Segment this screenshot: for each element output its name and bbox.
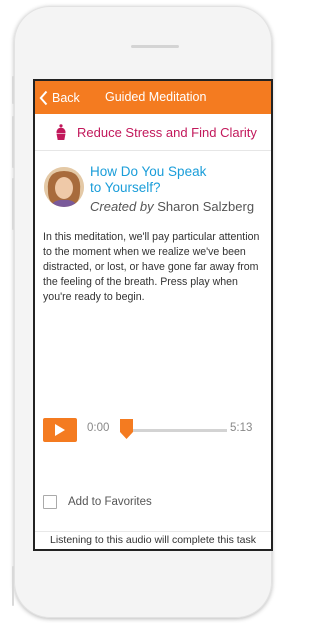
cupcake-icon [56,123,66,140]
meditation-description: In this meditation, we'll pay particular… [43,231,260,303]
phone-side-button [12,566,14,606]
created-by: Created by Sharon Salzberg [90,199,254,214]
course-title: Reduce Stress and Find Clarity [77,124,257,140]
seek-track[interactable] [125,429,227,432]
back-label: Back [52,90,80,105]
author-name: Sharon Salzberg [157,199,255,214]
total-time: 5:13 [230,422,253,434]
audio-player: 0:00 5:13 [43,416,263,444]
meditation-header: How Do You Speak to Yourself? Created by… [35,151,271,214]
course-header: Reduce Stress and Find Clarity [35,114,271,151]
phone-side-button [12,178,14,230]
completion-hint: Listening to this audio will complete th… [35,531,271,546]
avatar [44,167,84,207]
seek-handle[interactable] [120,419,133,439]
favorites-checkbox[interactable] [43,495,57,509]
play-icon [55,424,65,436]
page-title: Guided Meditation [105,90,207,104]
back-button[interactable]: Back [35,90,80,106]
phone-side-button [12,116,14,168]
created-by-prefix: Created by [90,199,154,214]
meditation-title-line1: How Do You Speak [90,164,207,179]
phone-speaker [131,45,179,48]
phone-side-button [12,76,14,104]
app-screen: Back Guided Meditation Reduce Stress and… [33,79,273,551]
chevron-left-icon [39,90,48,105]
meditation-title-line2: to Yourself? [90,180,161,195]
current-time: 0:00 [87,422,110,434]
add-to-favorites[interactable]: Add to Favorites [43,495,152,509]
favorites-label: Add to Favorites [68,496,152,508]
navbar: Back Guided Meditation [35,81,271,114]
play-button[interactable] [43,418,77,442]
